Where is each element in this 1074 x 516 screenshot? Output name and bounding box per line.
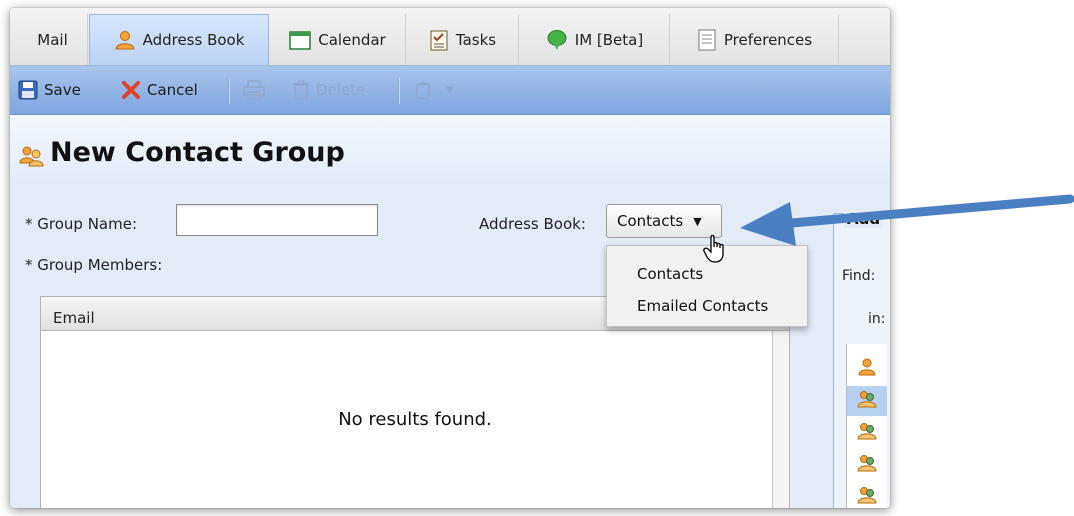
cancel-label: Cancel xyxy=(147,81,198,99)
list-item[interactable] xyxy=(847,482,887,508)
contact-icon xyxy=(857,358,877,380)
page-title: New Contact Group xyxy=(50,137,345,168)
close-icon xyxy=(121,80,141,100)
tab-mail[interactable]: Mail xyxy=(18,14,88,65)
tag-button[interactable]: ▼ xyxy=(414,66,454,114)
address-book-value: Contacts xyxy=(617,212,684,230)
group-icon xyxy=(857,486,877,508)
save-button[interactable]: Save xyxy=(18,66,81,114)
add-members-panel: Add Find: in: xyxy=(833,210,890,508)
app-window: Mail Address Book Calendar Tasks IM [Bet… xyxy=(10,8,890,508)
tab-calendar[interactable]: Calendar xyxy=(270,14,406,65)
chevron-down-icon: ▼ xyxy=(446,84,454,96)
find-label: Find: xyxy=(842,268,876,284)
members-table: Email No results found. xyxy=(40,296,790,508)
print-button[interactable] xyxy=(243,66,271,114)
title-bar: New Contact Group xyxy=(10,115,890,179)
in-label: in: xyxy=(868,311,886,327)
scrollbar[interactable] xyxy=(772,331,789,508)
speech-bubble-icon xyxy=(546,29,568,51)
tab-im[interactable]: IM [Beta] xyxy=(520,14,670,65)
tab-tasks[interactable]: Tasks xyxy=(407,14,519,65)
toolbar-separator xyxy=(398,78,400,104)
dropdown-option-contacts[interactable]: Contacts xyxy=(637,265,703,283)
tab-label: Calendar xyxy=(318,30,386,49)
contact-results-list xyxy=(846,344,887,508)
tab-address-book[interactable]: Address Book xyxy=(89,14,269,65)
printer-icon xyxy=(243,80,265,100)
tab-preferences[interactable]: Preferences xyxy=(671,14,839,65)
contact-group-icon xyxy=(18,145,46,171)
list-item[interactable] xyxy=(847,450,887,480)
tab-label: Address Book xyxy=(142,31,245,49)
list-item[interactable] xyxy=(847,386,887,416)
dropdown-option-emailed-contacts[interactable]: Emailed Contacts xyxy=(637,297,768,315)
toolbar: Save Cancel Delete ▼ xyxy=(10,66,890,115)
tab-label: IM [Beta] xyxy=(574,30,644,49)
save-label: Save xyxy=(44,81,81,99)
preferences-icon xyxy=(697,29,717,51)
tab-label: Preferences xyxy=(723,30,813,49)
trash-icon xyxy=(292,80,310,100)
checklist-icon xyxy=(429,29,449,51)
group-icon xyxy=(857,390,877,412)
tag-icon xyxy=(414,80,432,100)
person-icon xyxy=(114,30,136,50)
tab-bar: Mail Address Book Calendar Tasks IM [Bet… xyxy=(10,8,890,66)
group-members-label: * Group Members: xyxy=(25,256,163,274)
group-icon xyxy=(857,454,877,476)
tab-label: Mail xyxy=(37,30,68,49)
save-icon xyxy=(18,80,38,100)
tab-label: Tasks xyxy=(455,30,497,49)
address-book-label: Address Book: xyxy=(479,215,586,233)
group-name-label: * Group Name: xyxy=(25,215,138,233)
delete-button[interactable]: Delete xyxy=(292,66,365,114)
cancel-button[interactable]: Cancel xyxy=(121,66,198,114)
list-item[interactable] xyxy=(847,354,887,384)
empty-message: No results found. xyxy=(338,409,492,430)
group-name-field[interactable] xyxy=(176,204,378,236)
delete-label: Delete xyxy=(316,81,366,99)
toolbar-separator xyxy=(228,78,230,104)
group-icon xyxy=(857,422,877,444)
list-item[interactable] xyxy=(847,418,887,448)
annotation-arrow xyxy=(740,194,1074,246)
calendar-icon xyxy=(289,30,312,50)
